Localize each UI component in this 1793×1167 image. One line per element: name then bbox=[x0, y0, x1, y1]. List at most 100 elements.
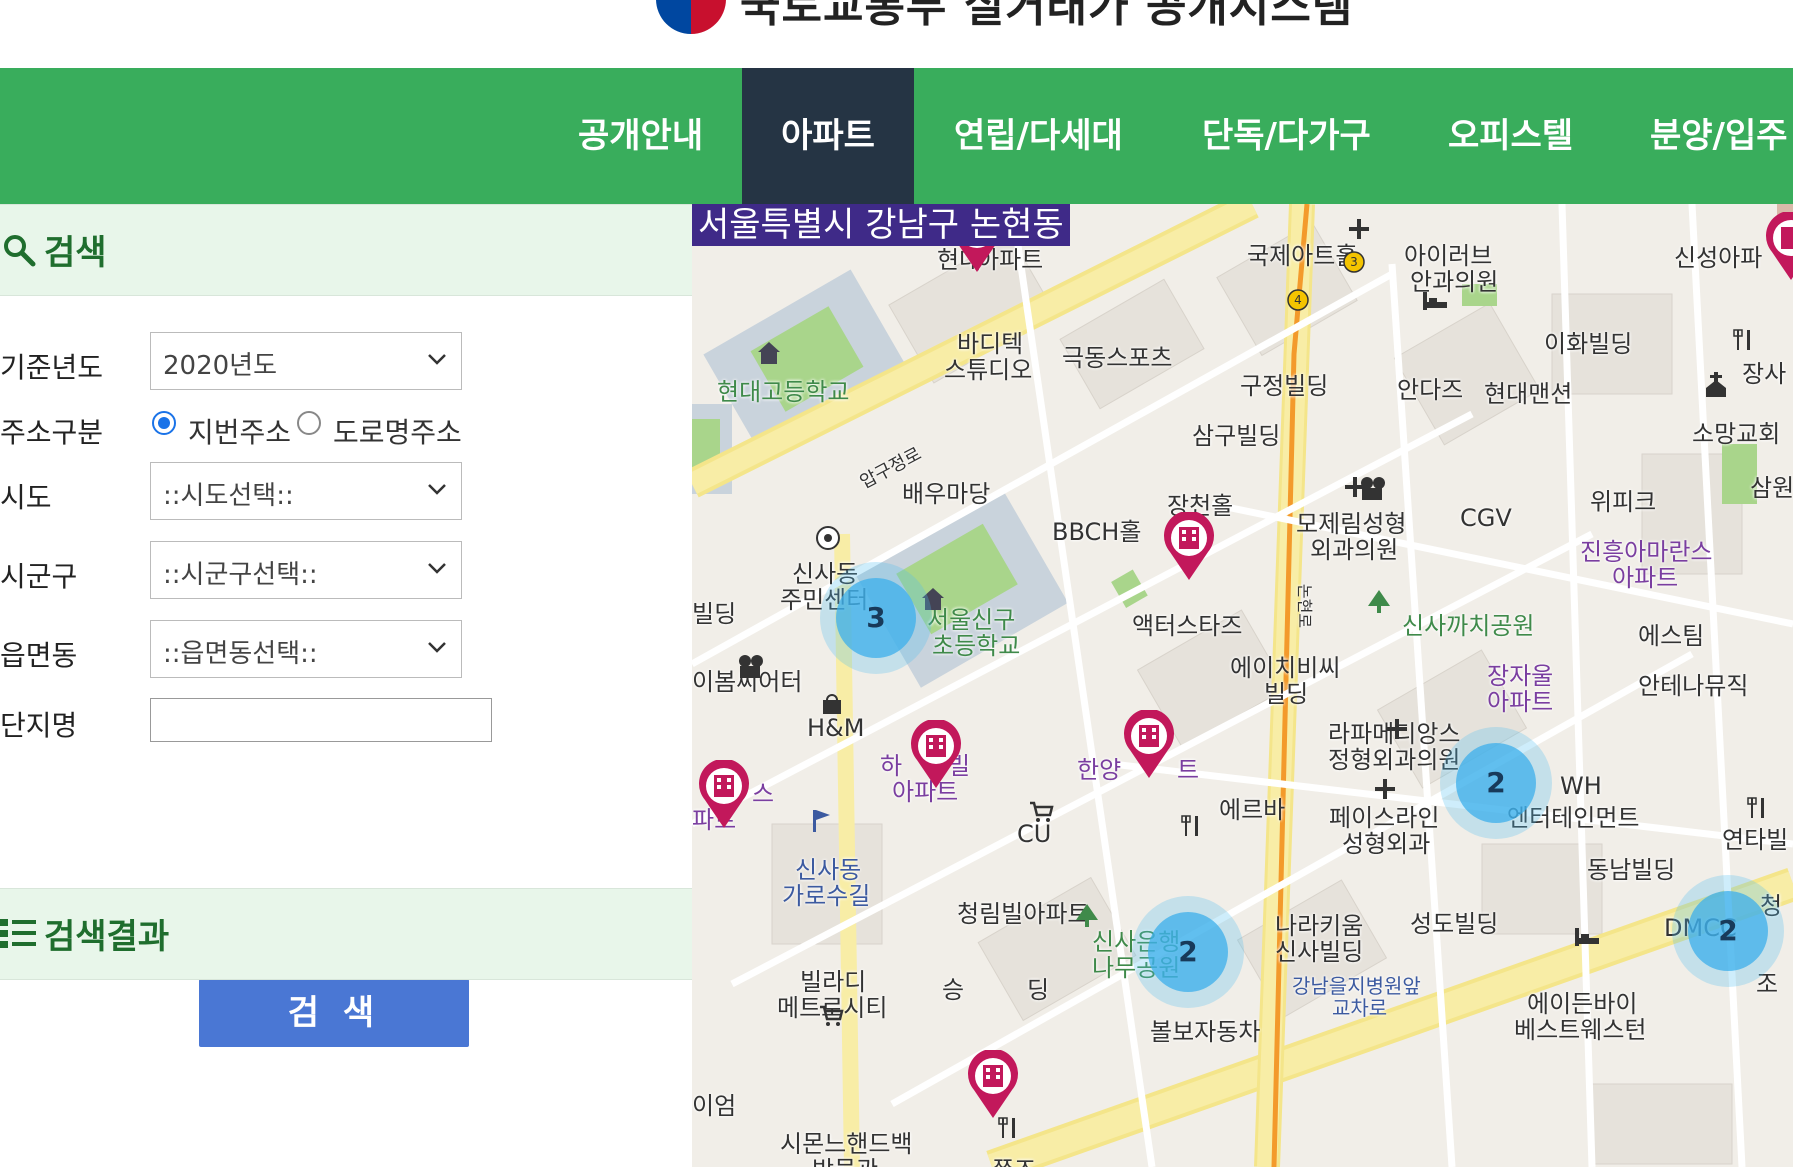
map-label: 극동스포츠 bbox=[1062, 344, 1173, 372]
map-label: 박물관 bbox=[812, 1150, 878, 1167]
church-icon bbox=[1706, 372, 1726, 397]
apartment-marker-icon[interactable] bbox=[1160, 512, 1218, 582]
map-label: 교차로 bbox=[1332, 996, 1388, 1020]
map-label: 안다즈 bbox=[1397, 376, 1464, 404]
map-label: 베스트웨스턴 bbox=[1514, 1016, 1647, 1044]
nav-item-disclosure-guide[interactable]: 공개안내 bbox=[578, 68, 703, 204]
road-address-radio[interactable] bbox=[297, 411, 321, 435]
map-label: 현대맨션 bbox=[1484, 380, 1573, 408]
map-label: 현대고등학교 bbox=[717, 378, 850, 406]
nav-item-row-house[interactable]: 연립/다세대 bbox=[954, 68, 1123, 204]
map-label: 성형외과 bbox=[1342, 830, 1431, 858]
chevron-down-icon bbox=[428, 354, 446, 365]
cluster-count: 2 bbox=[1688, 891, 1768, 971]
school-icon bbox=[758, 342, 780, 364]
search-icon bbox=[4, 235, 36, 267]
nav-item-detached-house[interactable]: 단독/다가구 bbox=[1202, 68, 1371, 204]
theater-icon bbox=[739, 655, 763, 678]
apartment-marker-icon[interactable] bbox=[964, 1050, 1022, 1120]
apartment-marker-icon[interactable] bbox=[1762, 212, 1793, 282]
apartment-marker-icon[interactable] bbox=[907, 720, 965, 790]
restaurant-icon bbox=[1747, 797, 1764, 818]
map-label: 논현로 bbox=[1295, 583, 1315, 629]
results-heading: 검색결과 bbox=[44, 917, 170, 957]
map-label: 배우마당 bbox=[902, 480, 991, 508]
sigungu-select-value: ::시군구선택:: bbox=[163, 560, 318, 590]
apartment-cluster[interactable]: 3 bbox=[820, 562, 932, 674]
sido-label: 시도 bbox=[0, 481, 52, 514]
map-label: 아파트 bbox=[1612, 564, 1679, 592]
apartment-marker-icon[interactable] bbox=[1120, 710, 1178, 780]
hospital-icon bbox=[1345, 477, 1365, 497]
map-label: 국제아트홀 bbox=[1247, 242, 1358, 270]
map-label: 액터스타즈 bbox=[1132, 612, 1243, 640]
apartment-cluster[interactable]: 2 bbox=[1132, 896, 1244, 1008]
map-label: 초등학교 bbox=[932, 632, 1021, 660]
map-label: 이화빌딩 bbox=[1544, 330, 1633, 358]
apartment-cluster[interactable]: 2 bbox=[1440, 727, 1552, 839]
map-label: 스튜디오 bbox=[944, 356, 1033, 384]
hotel-icon bbox=[1423, 292, 1447, 310]
map-label: CU bbox=[1017, 820, 1052, 848]
map-label: 트 bbox=[1177, 756, 1200, 784]
nav-item-presale[interactable]: 분양/입주 bbox=[1650, 68, 1788, 204]
map-label: 외과의원 bbox=[1310, 536, 1399, 564]
road-address-label: 도로명주소 bbox=[333, 416, 462, 449]
map-label: H&M bbox=[807, 714, 865, 742]
map-label: 스 bbox=[752, 780, 775, 808]
nav-item-officetel[interactable]: 오피스텔 bbox=[1448, 68, 1573, 204]
map-label: 신성아파 bbox=[1674, 244, 1763, 272]
complex-name-label: 단지명 bbox=[0, 709, 78, 742]
lot-address-radio[interactable] bbox=[152, 411, 176, 435]
year-select-value: 2020년도 bbox=[163, 351, 278, 381]
chevron-down-icon bbox=[428, 484, 446, 495]
year-select[interactable]: 2020년도 bbox=[150, 332, 462, 390]
map-label: 아파트 bbox=[1487, 688, 1554, 716]
dong-select-value: ::읍면동선택:: bbox=[163, 639, 318, 669]
map-label: 에르바 bbox=[1219, 796, 1286, 824]
svg-text:3: 3 bbox=[1350, 255, 1358, 269]
map-label: 삼구빌딩 bbox=[1192, 422, 1281, 450]
nav-item-apartment[interactable]: 아파트 bbox=[742, 68, 914, 204]
search-section-header: 검색 bbox=[0, 204, 692, 296]
hospital-icon bbox=[1375, 779, 1395, 799]
sigungu-label: 시군구 bbox=[0, 560, 78, 593]
map-label: 연타빌 bbox=[1722, 826, 1789, 854]
map-label: 위피크 bbox=[1590, 488, 1657, 516]
map-label: 삼원 bbox=[1750, 474, 1793, 502]
search-button[interactable]: 검 색 bbox=[199, 979, 469, 1047]
community-center-icon bbox=[816, 526, 840, 550]
cluster-count: 2 bbox=[1148, 912, 1228, 992]
sigungu-select[interactable]: ::시군구선택:: bbox=[150, 541, 462, 599]
complex-name-input[interactable] bbox=[150, 698, 492, 742]
map-label: 구정빌딩 bbox=[1240, 372, 1329, 400]
apartment-cluster[interactable]: 2 bbox=[1672, 875, 1784, 987]
hotel-icon bbox=[1575, 928, 1599, 946]
map-label: 승 bbox=[942, 976, 965, 1004]
map-label: CGV bbox=[1460, 504, 1512, 532]
restaurant-icon bbox=[1181, 815, 1198, 836]
dong-label: 읍면동 bbox=[0, 639, 78, 672]
flag-icon bbox=[813, 810, 830, 832]
map-label: 신사까치공원 bbox=[1402, 612, 1535, 640]
address-type-label: 주소구분 bbox=[0, 416, 104, 449]
year-label: 기준년도 bbox=[0, 351, 104, 384]
sido-select[interactable]: ::시도선택:: bbox=[150, 462, 462, 520]
restaurant-icon bbox=[1733, 329, 1750, 350]
government-logo-icon[interactable] bbox=[656, 0, 726, 34]
mart-icon bbox=[820, 1005, 844, 1026]
chevron-down-icon bbox=[428, 563, 446, 574]
map-label: 가로수길 bbox=[782, 882, 871, 910]
dong-select[interactable]: ::읍면동선택:: bbox=[150, 620, 462, 678]
map-label: 청림빌아파트 bbox=[957, 900, 1090, 928]
map-label: 이엄 bbox=[692, 1092, 737, 1120]
apartment-marker-icon[interactable] bbox=[695, 760, 753, 830]
sido-select-value: ::시도선택:: bbox=[163, 481, 294, 511]
map-label: 딩 bbox=[1027, 976, 1050, 1004]
park-icon bbox=[1368, 590, 1390, 613]
subway-exit-4-icon: 4 bbox=[1287, 289, 1309, 311]
results-section-header: 검색결과 bbox=[0, 888, 692, 980]
map-view[interactable]: 서울특별시 강남구 논현동 국제아트홀 아이러브 안과의원 신성아파 바디텍 스… bbox=[692, 204, 1793, 1167]
site-title[interactable]: 국토교통부 실거래가 공개시스템 bbox=[740, 0, 1353, 34]
hospital-icon bbox=[1349, 219, 1369, 239]
